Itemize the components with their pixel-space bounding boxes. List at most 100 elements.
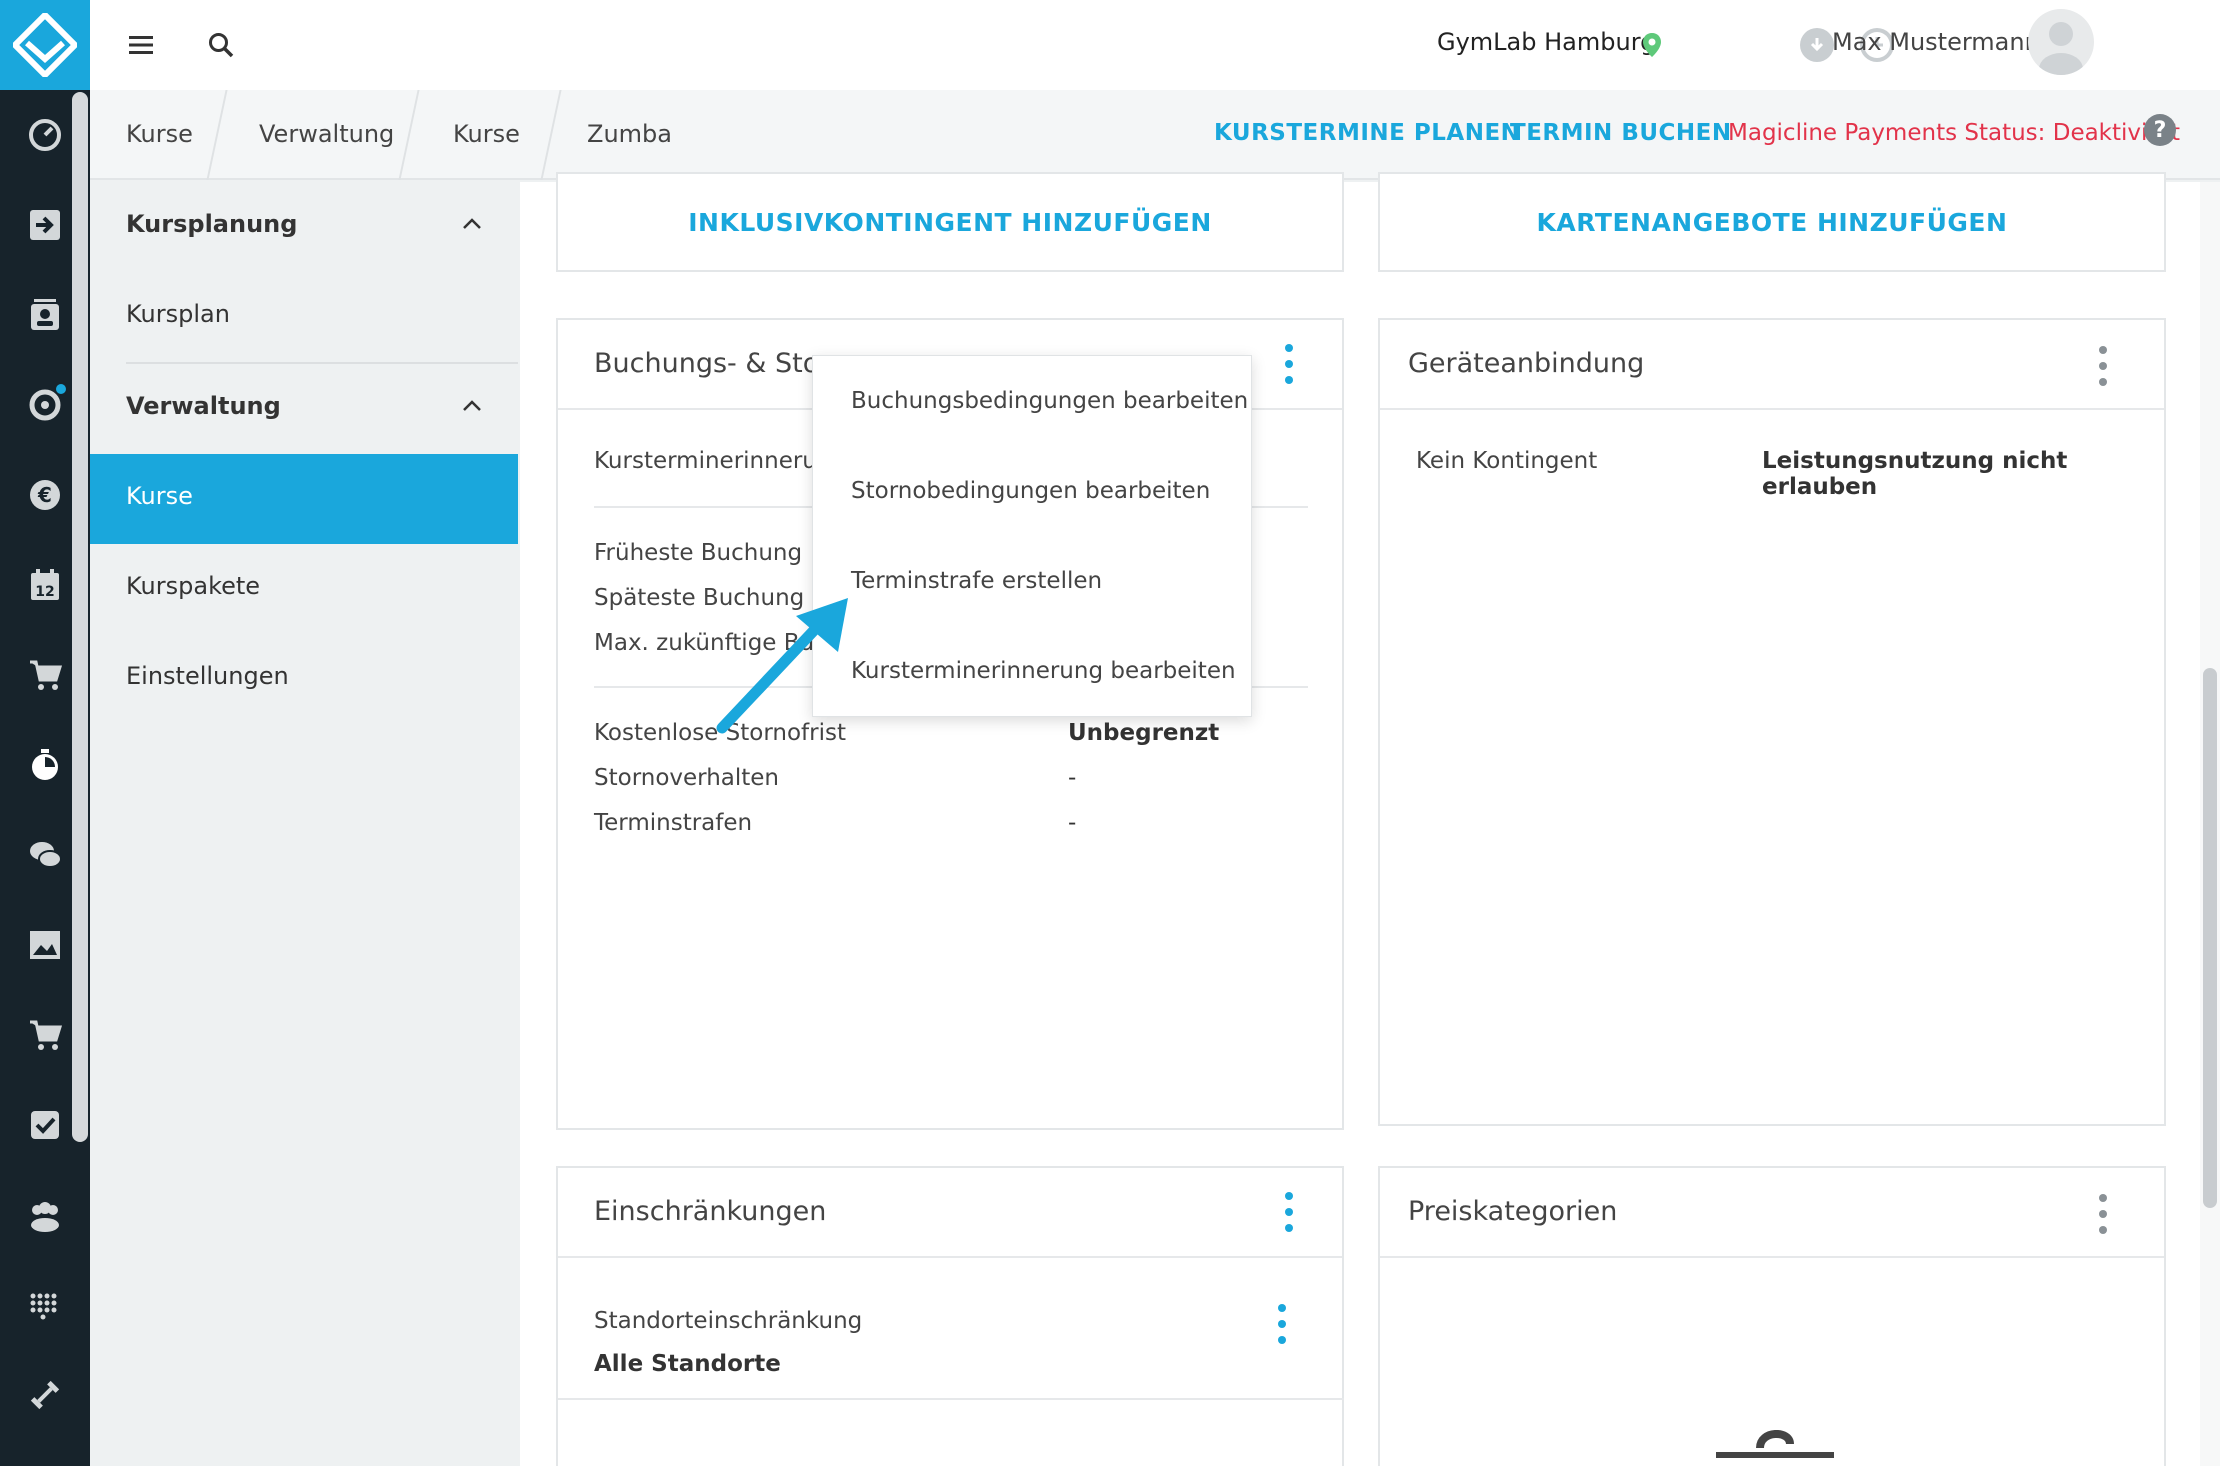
rail-finance[interactable]: € xyxy=(0,450,90,540)
card-title: Einschränkungen xyxy=(594,1196,827,1227)
rail-calendar[interactable]: 12 xyxy=(0,540,90,630)
logo-icon xyxy=(13,13,77,77)
book-appointment-link[interactable]: TERMIN BUCHEN xyxy=(1510,120,1732,146)
dashboard-icon xyxy=(29,119,61,151)
kebab-menu-icon[interactable] xyxy=(2096,1194,2110,1234)
sidebar-item-label: Kursplan xyxy=(126,300,230,328)
rail-media[interactable] xyxy=(0,900,90,990)
chevron-up-icon xyxy=(463,218,481,229)
breadcrumb-separator xyxy=(398,90,420,180)
timer-icon xyxy=(32,749,58,780)
sidebar-section-kursplanung[interactable]: Kursplanung xyxy=(90,182,518,272)
plan-course-dates-link[interactable]: KURSTERMINE PLANEN xyxy=(1214,120,1520,146)
payments-status: Magicline Payments Status: Deaktiviert xyxy=(1728,120,2181,146)
card-options-menu: Buchungsbedingungen bearbeiten Stornobed… xyxy=(812,355,1252,717)
sidebar-section-label: Kursplanung xyxy=(126,210,298,238)
reminder-label: Kursterminerinnerun xyxy=(594,448,832,474)
rail-cart[interactable] xyxy=(0,630,90,720)
card-title: Preiskategorien xyxy=(1408,1196,1618,1227)
rail-dashboard[interactable] xyxy=(0,90,90,180)
page-scrollbar-thumb[interactable] xyxy=(2203,668,2217,1208)
breadcrumb-item[interactable]: Kurse xyxy=(453,120,520,148)
menu-item-edit-booking-conditions[interactable]: Buchungsbedingungen bearbeiten xyxy=(851,388,1248,414)
price-categories-card: Preiskategorien xyxy=(1378,1166,2166,1466)
add-card-offers-label: KARTENANGEBOTE HINZUFÜGEN xyxy=(1536,207,2008,237)
divider xyxy=(558,1398,1344,1400)
main-content: INKLUSIVKONTINGENT HINZUFÜGEN KARTENANGE… xyxy=(520,172,2200,1466)
breadcrumb-current: Zumba xyxy=(587,120,672,148)
penalties-value: - xyxy=(1068,810,1077,836)
download-icon xyxy=(1810,38,1824,52)
rail-settings[interactable] xyxy=(0,360,90,450)
add-card-offers-button[interactable]: KARTENANGEBOTE HINZUFÜGEN xyxy=(1378,172,2166,272)
rail-apps[interactable] xyxy=(0,1260,90,1350)
sidebar-section-label: Verwaltung xyxy=(126,392,281,420)
rail-members[interactable] xyxy=(0,1170,90,1260)
breadcrumb-separator xyxy=(206,90,228,180)
menu-item-edit-cancellation-conditions[interactable]: Stornobedingungen bearbeiten xyxy=(851,478,1210,504)
checkbox-icon xyxy=(31,1111,59,1139)
free-cancellation-value: Unbegrenzt xyxy=(1068,720,1220,746)
search-button[interactable] xyxy=(198,22,244,68)
earliest-booking-label: Früheste Buchung xyxy=(594,540,803,566)
svg-text:12: 12 xyxy=(35,584,54,600)
location-pin-icon xyxy=(1643,33,1661,57)
add-inclusive-quota-label: INKLUSIVKONTINGENT HINZUFÜGEN xyxy=(688,207,1212,237)
image-icon xyxy=(30,931,60,959)
dots-grid-icon xyxy=(30,1293,57,1320)
chat-icon xyxy=(30,842,62,868)
cancel-behaviour-value: - xyxy=(1068,765,1077,791)
menu-item-create-penalty[interactable]: Terminstrafe erstellen xyxy=(851,568,1102,594)
contacts-icon xyxy=(31,299,59,330)
kebab-menu-icon[interactable] xyxy=(1275,1304,1289,1344)
download-button[interactable] xyxy=(1800,28,1834,62)
rail-shop[interactable] xyxy=(0,990,90,1080)
sidebar-item-kurspakete[interactable]: Kurspakete xyxy=(90,544,518,634)
app-logo[interactable] xyxy=(0,0,90,90)
checkin-icon xyxy=(30,210,60,240)
kebab-menu-icon[interactable] xyxy=(1282,1192,1296,1232)
rail-chat[interactable] xyxy=(0,810,90,900)
sidebar-item-label: Kurspakete xyxy=(126,572,261,600)
kebab-menu-icon[interactable] xyxy=(2096,346,2110,386)
studio-name[interactable]: GymLab Hamburg xyxy=(1437,28,1655,56)
add-inclusive-quota-button[interactable]: INKLUSIVKONTINGENT HINZUFÜGEN xyxy=(556,172,1344,272)
help-icon[interactable]: ? xyxy=(2144,114,2176,146)
device-quota-value: Leistungsnutzung nicht erlauben xyxy=(1762,448,2068,500)
breadcrumb-item[interactable]: Verwaltung xyxy=(259,120,394,148)
icon-rail: € 12 xyxy=(0,0,90,1466)
rail-equipment[interactable] xyxy=(0,1350,90,1440)
card-header: Einschränkungen xyxy=(558,1168,1342,1258)
menu-icon xyxy=(129,36,153,54)
sidebar-item-label: Kurse xyxy=(126,482,193,510)
rail-contacts[interactable] xyxy=(0,270,90,360)
breadcrumb-separator xyxy=(540,90,562,180)
cart-icon xyxy=(30,660,62,690)
menu-button[interactable] xyxy=(118,22,164,68)
shop-icon xyxy=(30,1020,62,1050)
calendar-icon: 12 xyxy=(31,569,59,600)
penalties-label: Terminstrafen xyxy=(594,810,753,836)
notification-badge xyxy=(54,382,68,396)
avatar[interactable] xyxy=(2028,9,2094,75)
rail-timer[interactable] xyxy=(0,720,90,810)
sidebar-item-einstellungen[interactable]: Einstellungen xyxy=(90,634,518,724)
chevron-up-icon xyxy=(463,400,481,411)
location-restriction-value: Alle Standorte xyxy=(594,1351,781,1377)
rail-checkin[interactable] xyxy=(0,180,90,270)
breadcrumb-item[interactable]: Kurse xyxy=(126,120,193,148)
menu-item-edit-reminder[interactable]: Kursterminerinnerung bearbeiten xyxy=(851,658,1236,684)
sidebar-section-verwaltung[interactable]: Verwaltung xyxy=(90,364,518,454)
location-restriction-label: Standorteinschränkung xyxy=(594,1308,863,1334)
kebab-menu-icon[interactable] xyxy=(1282,344,1296,384)
sidebar-item-kurse[interactable]: Kurse xyxy=(90,454,518,544)
empty-state-illustration-icon xyxy=(1716,1430,1834,1458)
user-name[interactable]: Max Mustermann xyxy=(1832,28,2040,56)
device-quota-label: Kein Kontingent xyxy=(1416,448,1598,474)
sidebar-item-kursplan[interactable]: Kursplan xyxy=(90,272,518,362)
card-title: Geräteanbindung xyxy=(1408,348,1645,379)
rail-tasks[interactable] xyxy=(0,1080,90,1170)
user-avatar-icon xyxy=(2039,22,2083,75)
breadcrumb-bar: Kurse Verwaltung Kurse Zumba KURSTERMINE… xyxy=(90,90,2220,180)
card-header: Geräteanbindung xyxy=(1380,320,2164,410)
